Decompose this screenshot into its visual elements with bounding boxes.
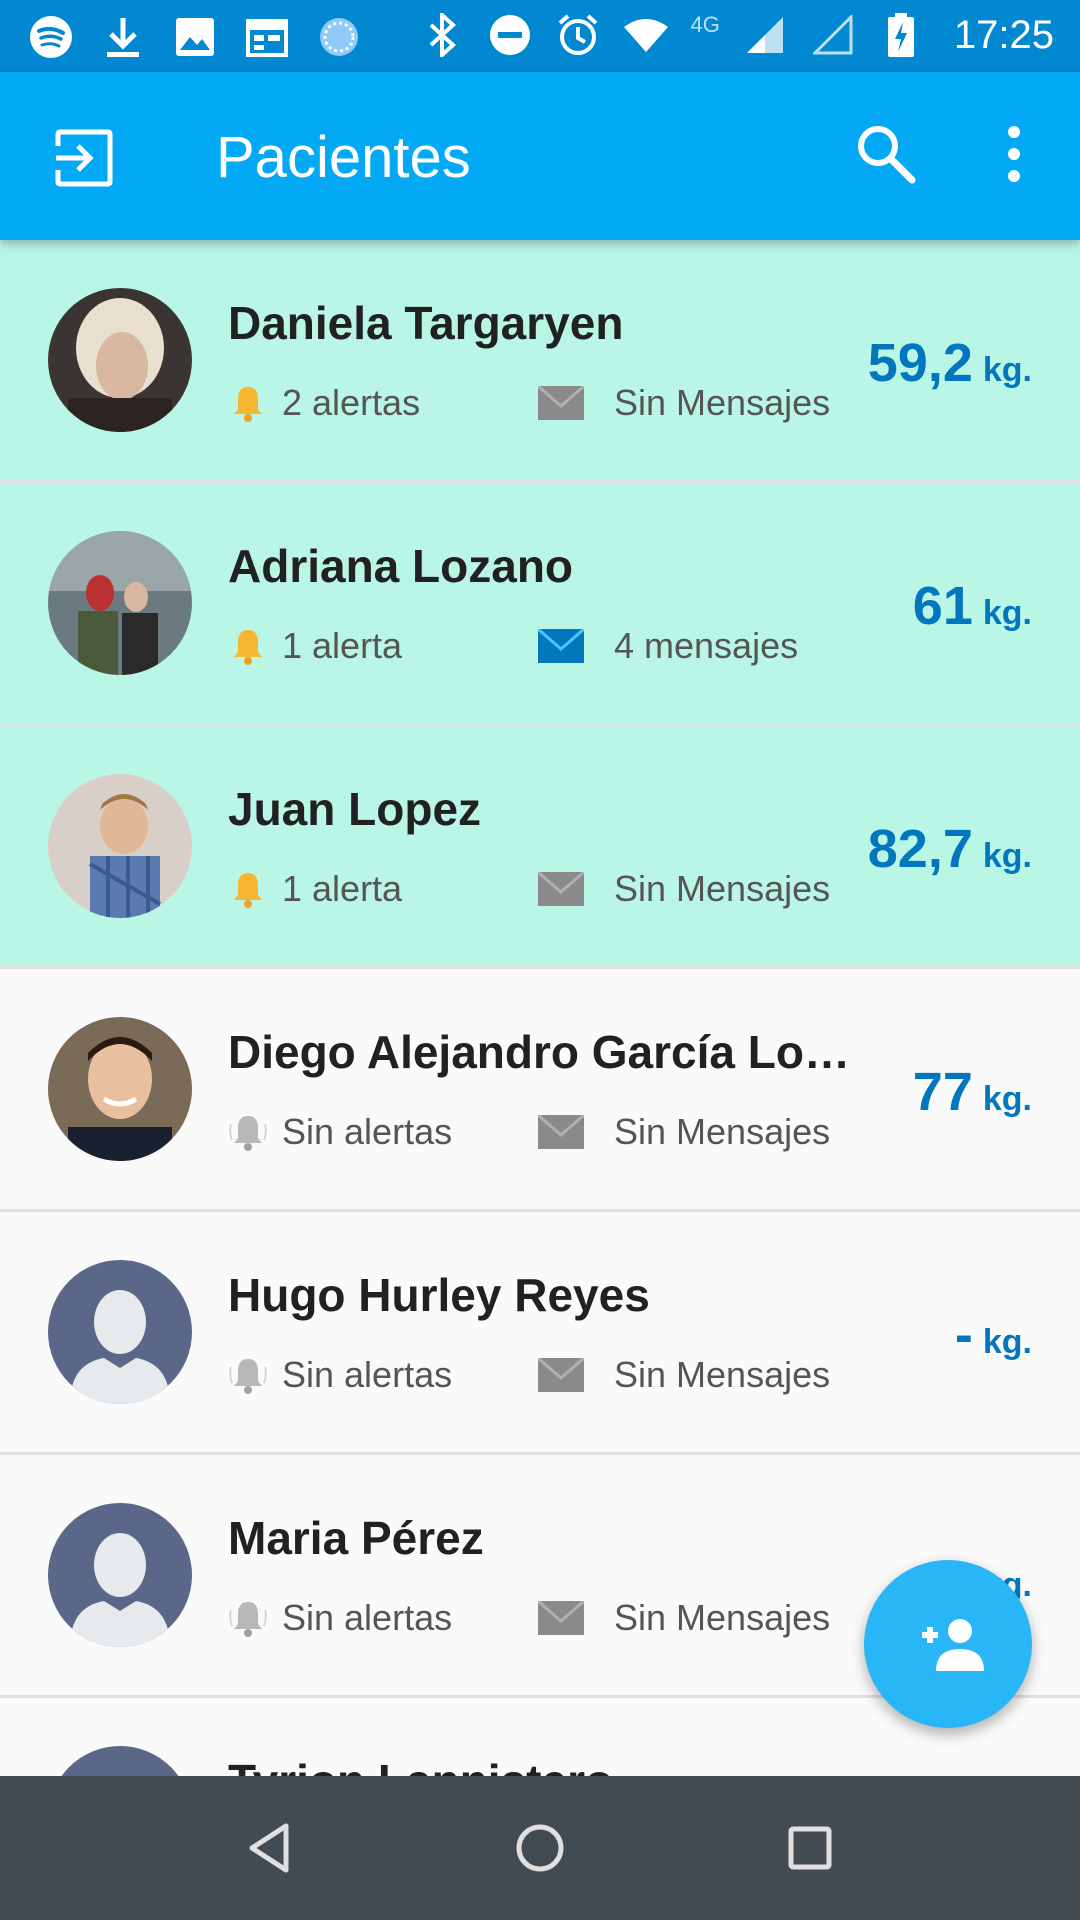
bluetooth-icon: [419, 12, 465, 58]
patient-name: Tyrion Lannistero: [228, 1754, 858, 1776]
alerts-info: 2 alertas: [228, 382, 420, 424]
calendar-icon: [244, 14, 290, 60]
alerts-label: Sin alertas: [282, 1111, 453, 1152]
alerts-label: Sin alertas: [282, 1597, 453, 1638]
avatar: [48, 1746, 192, 1776]
alerts-label: 1 alerta: [282, 868, 403, 909]
patient-row[interactable]: Adriana Lozano 1 alerta 4 mensajes 61 kg.: [0, 483, 1080, 726]
weight: 82,7 kg.: [868, 818, 1032, 880]
patient-name: Diego Alejandro García Loz…: [228, 1026, 858, 1078]
messages-info: Sin Mensajes: [538, 1111, 830, 1153]
weight: 61 kg.: [913, 575, 1032, 637]
avatar: [48, 531, 192, 675]
weight-value: -: [954, 1305, 973, 1365]
patient-name: Maria Pérez: [228, 1512, 484, 1564]
avatar: [48, 1260, 192, 1404]
patient-name: Adriana Lozano: [228, 540, 574, 592]
status-bar: 4G 17:25: [0, 0, 1080, 72]
page-title: Pacientes: [216, 125, 471, 190]
bell-off-icon: [229, 1116, 267, 1151]
alarm-icon: [555, 12, 601, 58]
clock: 17:25: [953, 12, 1054, 57]
navigation-bar: [0, 1776, 1080, 1920]
envelope-icon: [538, 1115, 584, 1149]
weight-unit: kg.: [982, 1323, 1032, 1361]
back-icon[interactable]: [240, 1818, 300, 1878]
alerts-info: Sin alertas: [228, 1597, 452, 1639]
envelope-icon: [538, 872, 584, 906]
alerts-label: 2 alertas: [282, 382, 421, 423]
patient-name: Juan Lopez: [228, 783, 482, 835]
signal-icon: [742, 12, 788, 58]
bell-active-icon: [234, 630, 262, 665]
messages-label: 4 mensajes: [614, 625, 799, 666]
messages-info: 4 mensajes: [538, 625, 798, 667]
wifi-icon: [623, 12, 669, 58]
patient-name: Hugo Hurley Reyes: [228, 1269, 650, 1321]
patient-row[interactable]: Juan Lopez 1 alerta Sin Mensajes 82,7 kg.: [0, 726, 1080, 969]
alerts-label: 1 alerta: [282, 625, 403, 666]
exit-to-app-icon[interactable]: [52, 126, 116, 190]
messages-label: Sin Mensajes: [614, 1111, 831, 1152]
avatar: [48, 1503, 192, 1647]
messages-info: Sin Mensajes: [538, 382, 830, 424]
messages-info: Sin Mensajes: [538, 1597, 830, 1639]
envelope-icon: [538, 1358, 584, 1392]
image-icon: [172, 14, 218, 60]
alerts-info: 1 alerta: [228, 868, 402, 910]
network-type: 4G: [690, 12, 720, 37]
download-icon: [100, 14, 146, 60]
weight-value: 61: [912, 576, 973, 636]
bell-off-icon: [229, 1602, 267, 1637]
messages-label: Sin Mensajes: [614, 868, 831, 909]
patient-row[interactable]: Hugo Hurley Reyes Sin alertas Sin Mensaj…: [0, 1212, 1080, 1455]
avatar: [48, 1017, 192, 1161]
bell-off-icon: [229, 1359, 267, 1394]
weight-value: 59,2: [867, 333, 973, 393]
app-bar: Pacientes: [0, 72, 1080, 240]
messages-label: Sin Mensajes: [614, 1597, 831, 1638]
avatar: [48, 288, 192, 432]
recents-icon[interactable]: [780, 1818, 840, 1878]
signal-empty-icon: [810, 12, 856, 58]
messages-label: Sin Mensajes: [614, 1354, 831, 1395]
search-icon[interactable]: [854, 122, 918, 186]
home-icon[interactable]: [510, 1818, 570, 1878]
battery-charging-icon: [878, 12, 924, 58]
patient-row[interactable]: Diego Alejandro García Loz… Sin alertas …: [0, 969, 1080, 1212]
bell-active-icon: [234, 387, 262, 422]
envelope-icon: [538, 1601, 584, 1635]
alerts-label: Sin alertas: [282, 1354, 453, 1395]
messages-info: Sin Mensajes: [538, 1354, 830, 1396]
weight-value: 82,7: [867, 819, 973, 879]
weight: 59,2 kg.: [868, 332, 1032, 394]
weight: - kg.: [955, 1304, 1032, 1366]
patient-row[interactable]: Daniela Targaryen 2 alertas Sin Mensajes…: [0, 240, 1080, 483]
messages-info: Sin Mensajes: [538, 868, 830, 910]
more-vert-icon[interactable]: [992, 122, 1036, 186]
weight-value: 77: [912, 1062, 973, 1122]
weight-unit: kg.: [982, 1080, 1032, 1118]
patient-name: Daniela Targaryen: [228, 297, 624, 349]
weight-unit: kg.: [982, 837, 1032, 875]
alerts-info: Sin alertas: [228, 1111, 452, 1153]
person-add-icon: [922, 1619, 984, 1671]
envelope-unread-icon: [538, 629, 584, 663]
alerts-info: Sin alertas: [228, 1354, 452, 1396]
dnd-icon: [487, 12, 533, 58]
weight: 77 kg.: [913, 1061, 1032, 1123]
add-patient-button[interactable]: [864, 1560, 1032, 1728]
envelope-icon: [538, 386, 584, 420]
spotify-icon: [28, 14, 74, 60]
sync-icon: [316, 14, 362, 60]
alerts-info: 1 alerta: [228, 625, 402, 667]
messages-label: Sin Mensajes: [614, 382, 831, 423]
avatar: [48, 774, 192, 918]
patient-list[interactable]: Daniela Targaryen 2 alertas Sin Mensajes…: [0, 240, 1080, 1776]
weight-unit: kg.: [982, 351, 1032, 389]
weight-unit: kg.: [982, 594, 1032, 632]
bell-active-icon: [234, 873, 262, 908]
